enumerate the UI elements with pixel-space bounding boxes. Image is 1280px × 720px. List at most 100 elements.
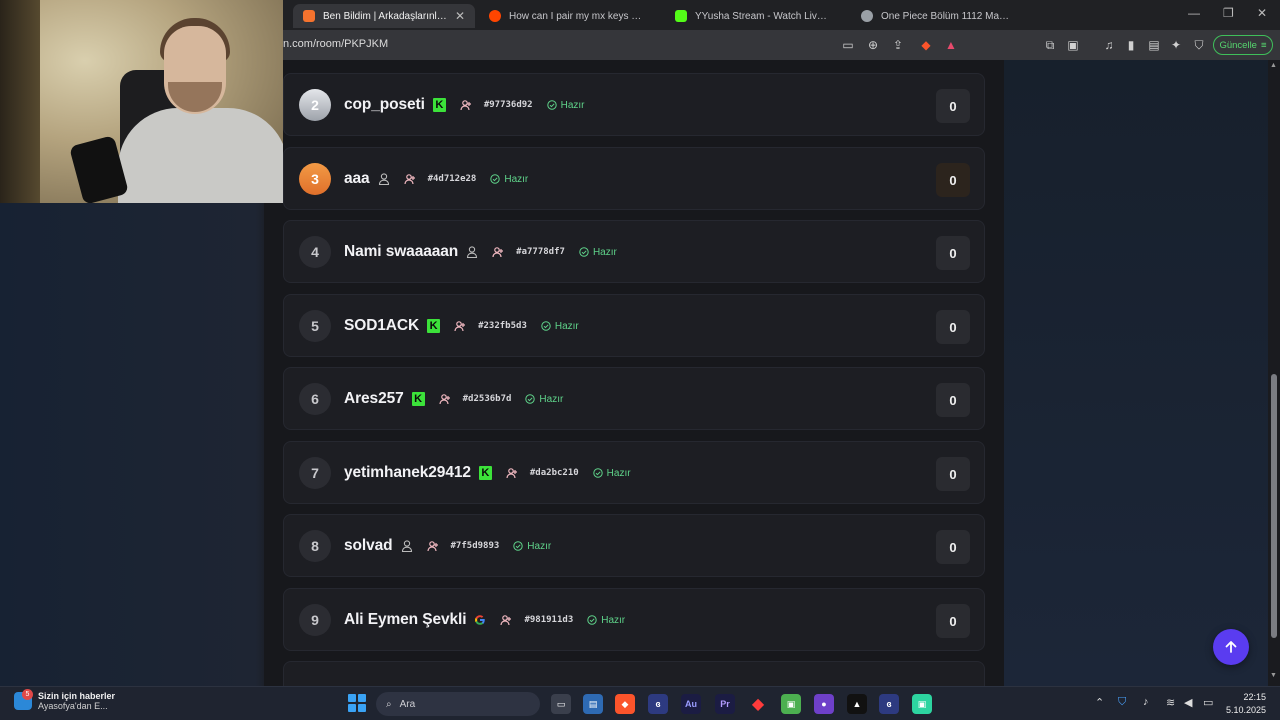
scroll-down-icon[interactable]: ▼ bbox=[1270, 672, 1277, 679]
user-icon bbox=[401, 540, 412, 553]
url-field[interactable]: n.com/room/PKPJKM bbox=[283, 38, 388, 50]
screenshot-icon[interactable]: ▣ bbox=[1066, 38, 1080, 52]
github-icon[interactable]: ● bbox=[814, 694, 834, 714]
kick-icon: K bbox=[411, 392, 425, 406]
tab-one-piece[interactable]: One Piece Bölüm 1112 Manga Oku bbox=[851, 4, 1021, 28]
premiere-icon[interactable]: Pr bbox=[715, 694, 735, 714]
minimize-icon[interactable]: — bbox=[1188, 6, 1200, 20]
score-box: 0 bbox=[936, 236, 970, 270]
wallet-icon[interactable]: ▤ bbox=[1147, 38, 1161, 52]
taskbar: 5 Sizin için haberler Ayasofya'dan E... … bbox=[0, 686, 1280, 720]
player-name: aaa bbox=[344, 170, 370, 187]
audition-icon[interactable]: Au bbox=[681, 694, 701, 714]
add-friend-icon[interactable] bbox=[454, 319, 466, 333]
media-icon[interactable]: ♫ bbox=[1102, 38, 1116, 52]
microphone-icon[interactable]: ♪ bbox=[1143, 696, 1149, 708]
search-icon: ⌕ bbox=[386, 698, 392, 710]
player-code: #7f5d9893 bbox=[450, 541, 500, 551]
rank-badge: 8 bbox=[299, 530, 331, 562]
ready-status: Hazır bbox=[525, 394, 563, 405]
clock[interactable]: 22:15 5.10.2025 bbox=[1224, 691, 1266, 717]
player-row[interactable]: 9 Ali Eymen Şevkli #981911d3 Hazır 0 bbox=[283, 588, 985, 651]
restore-icon[interactable]: ❐ bbox=[1223, 6, 1234, 20]
brave-shield-icon[interactable]: ◆ bbox=[919, 38, 933, 52]
rank-badge: 7 bbox=[299, 457, 331, 489]
app-diamond-icon[interactable]: ◆ bbox=[748, 694, 768, 714]
app-icon[interactable]: ▣ bbox=[912, 694, 932, 714]
android-app-icon[interactable]: ▣ bbox=[781, 694, 801, 714]
volume-icon[interactable]: ◀ bbox=[1184, 696, 1192, 709]
ready-label: Hazır bbox=[504, 173, 529, 185]
brave-browser-icon[interactable]: ◆ bbox=[615, 694, 635, 714]
news-widget[interactable]: 5 Sizin için haberler Ayasofya'dan E... bbox=[14, 689, 115, 711]
add-friend-icon[interactable] bbox=[492, 245, 504, 259]
ready-status: Hazır bbox=[541, 321, 579, 332]
vpn-icon[interactable]: ⛉ bbox=[1192, 38, 1206, 52]
player-row-partial[interactable] bbox=[283, 661, 985, 686]
battery-icon[interactable]: ▭ bbox=[1203, 696, 1213, 709]
add-friend-icon[interactable] bbox=[426, 539, 439, 553]
score-box: 0 bbox=[936, 604, 970, 638]
close-tab-icon[interactable]: ✕ bbox=[455, 9, 465, 23]
tab-reddit[interactable]: How can I pair my mx keys mini? | re bbox=[479, 4, 657, 28]
scroll-up-icon[interactable]: ▲ bbox=[1270, 62, 1277, 69]
player-name: Ares257 bbox=[344, 390, 404, 407]
taskbar-search[interactable]: ⌕ Ara bbox=[376, 692, 540, 716]
add-friend-icon[interactable] bbox=[500, 613, 512, 627]
brave-rewards-icon[interactable]: ▲ bbox=[944, 38, 958, 52]
file-explorer-icon[interactable]: ▤ bbox=[583, 694, 603, 714]
task-view-icon[interactable]: ▭ bbox=[551, 694, 571, 714]
check-circle-icon bbox=[587, 615, 597, 625]
tab-ben-bildim[interactable]: Ben Bildim | Arkadaşlarınla Onlin ✕ bbox=[293, 4, 475, 28]
scrollbar-thumb[interactable] bbox=[1271, 374, 1277, 638]
player-name: Nami swaaaaan bbox=[344, 243, 459, 260]
player-row[interactable]: 6 Ares257 K #d2536b7d Hazır 0 bbox=[283, 367, 985, 430]
player-name: cop_poseti bbox=[344, 96, 425, 113]
player-name: SOD1ACK bbox=[344, 317, 420, 334]
security-icon[interactable]: ⛉ bbox=[1118, 696, 1126, 709]
player-row[interactable]: 3 aaa #4d712e28 Hazır 0 bbox=[283, 147, 985, 210]
check-circle-icon bbox=[541, 321, 551, 331]
news-subtitle: Ayasofya'dan E... bbox=[38, 701, 108, 711]
scroll-to-top-button[interactable] bbox=[1213, 629, 1249, 665]
user-icon bbox=[378, 173, 389, 186]
address-bar: n.com/room/PKPJKM ▭ ⊕ ⇪ ◆ ▲ ⧉ ▣ ♫ ▮ ▤ ✦ … bbox=[283, 30, 1280, 60]
update-button[interactable]: Güncelle ≡ bbox=[1213, 35, 1273, 55]
check-circle-icon bbox=[592, 468, 603, 478]
cast-icon[interactable]: ▭ bbox=[841, 38, 855, 52]
score-box: 0 bbox=[936, 457, 970, 491]
add-friend-icon[interactable] bbox=[460, 98, 472, 112]
tab-bar: Ben Bildim | Arkadaşlarınla Onlin ✕ How … bbox=[283, 0, 1280, 30]
app-icon[interactable]: ɞ bbox=[648, 694, 668, 714]
user-icon bbox=[467, 246, 478, 259]
page-scrollbar[interactable]: ▲ ▼ bbox=[1268, 60, 1280, 686]
sidebar-icon[interactable]: ▮ bbox=[1124, 38, 1138, 52]
player-row[interactable]: 7 yetimhanek29412 K #da2bc210 Hazır 0 bbox=[283, 441, 985, 504]
start-button[interactable] bbox=[348, 694, 366, 712]
player-row[interactable]: 2 cop_poseti K #97736d92 Hazır 0 bbox=[283, 73, 985, 136]
extensions-icon[interactable]: ⧉ bbox=[1043, 38, 1057, 52]
player-code: #97736d92 bbox=[483, 100, 533, 110]
app-icon[interactable]: ▲ bbox=[847, 694, 867, 714]
news-badge: 5 bbox=[22, 689, 33, 700]
player-row[interactable]: 8 solvad #7f5d9893 Hazır 0 bbox=[283, 514, 985, 577]
app-icon[interactable]: ɞ bbox=[879, 694, 899, 714]
player-name: Ali Eymen Şevkli bbox=[344, 611, 467, 628]
player-row[interactable]: 4 Nami swaaaaan #a7778df7 Hazır 0 bbox=[283, 220, 985, 283]
ready-status: Hazır bbox=[587, 615, 625, 626]
zoom-icon[interactable]: ⊕ bbox=[866, 38, 880, 52]
add-friend-icon[interactable] bbox=[506, 466, 518, 480]
wifi-icon[interactable]: ≋ bbox=[1166, 696, 1175, 709]
ready-label: Hazır bbox=[527, 540, 552, 552]
close-window-icon[interactable]: ✕ bbox=[1257, 6, 1267, 20]
tab-kick[interactable]: YYusha Stream - Watch Live on K bbox=[665, 4, 837, 28]
add-friend-icon[interactable] bbox=[403, 172, 416, 186]
share-icon[interactable]: ⇪ bbox=[891, 38, 905, 52]
chevron-up-icon[interactable]: ⌃ bbox=[1095, 696, 1104, 709]
add-friend-icon[interactable] bbox=[439, 392, 451, 406]
leo-ai-icon[interactable]: ✦ bbox=[1169, 38, 1183, 52]
rank-badge: 6 bbox=[299, 383, 331, 415]
player-row[interactable]: 5 SOD1ACK K #232fb5d3 Hazır 0 bbox=[283, 294, 985, 357]
score-box: 0 bbox=[936, 89, 970, 123]
ready-status: Hazır bbox=[592, 468, 631, 479]
